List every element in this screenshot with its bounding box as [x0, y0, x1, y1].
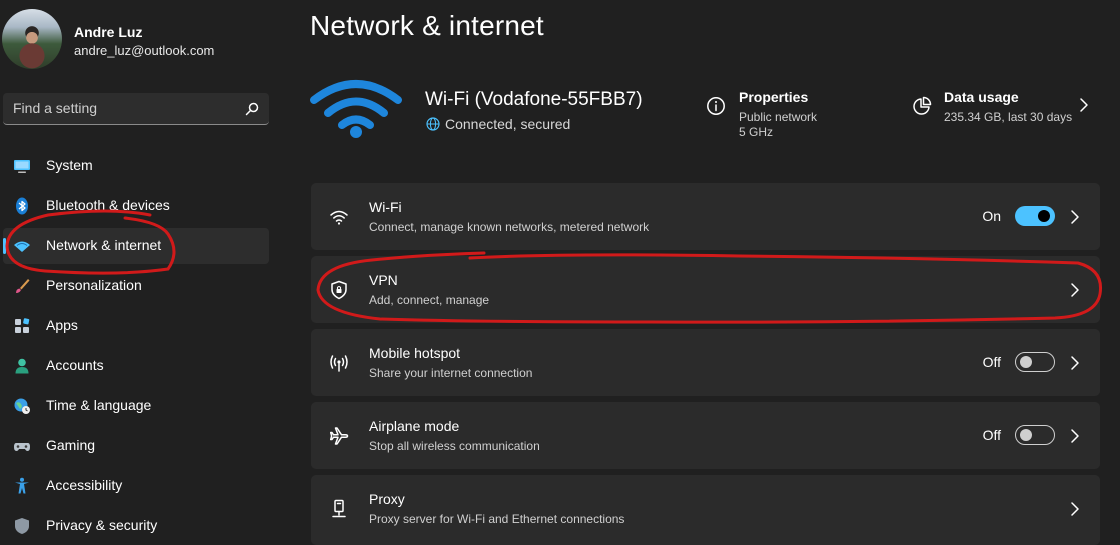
sidebar-item-bluetooth[interactable]: Bluetooth & devices [3, 188, 269, 224]
wifi-diamond-icon [14, 241, 30, 252]
card-subtitle: Add, connect, manage [369, 293, 490, 307]
search-box[interactable]: Find a setting [3, 93, 269, 125]
sidebar-item-gaming[interactable]: Gaming [3, 428, 269, 464]
sidebar-item-label: Network & internet [46, 237, 162, 253]
card-title: Mobile hotspot [369, 345, 461, 361]
airplane-mode-card[interactable]: Airplane mode Stop all wireless communic… [311, 402, 1100, 469]
sidebar-item-label: Gaming [46, 437, 96, 453]
wifi-toggle[interactable] [1015, 206, 1055, 226]
data-usage-link[interactable]: Data usage [944, 89, 1019, 105]
toggle-knob [1020, 429, 1032, 441]
globe-clock-icon [14, 398, 30, 414]
network-name: Wi-Fi (Vodafone-55FBB7) [425, 89, 643, 110]
apps-icon [15, 318, 30, 333]
sidebar-item-system[interactable]: System [3, 148, 269, 184]
network-profile: Public network [739, 110, 818, 124]
sidebar-item-personalization[interactable]: Personalization [3, 268, 269, 304]
card-subtitle: Connect, manage known networks, metered … [369, 220, 650, 234]
bluetooth-icon [16, 197, 28, 215]
card-subtitle: Share your internet connection [369, 366, 533, 380]
toggle-state-label: Off [982, 354, 1001, 370]
card-subtitle: Proxy server for Wi-Fi and Ethernet conn… [369, 512, 625, 526]
user-name: Andre Luz [74, 24, 143, 40]
vpn-shield-icon [331, 280, 347, 300]
data-usage-detail: 235.34 GB, last 30 days [944, 110, 1073, 124]
gamepad-icon [14, 443, 30, 451]
card-title: VPN [369, 272, 398, 288]
user-email: andre_luz@outlook.com [74, 43, 215, 58]
chevron-right-icon[interactable] [1070, 428, 1080, 444]
sidebar-item-network[interactable]: Network & internet [3, 228, 269, 264]
brush-icon [16, 279, 30, 293]
connection-status: Connected, secured [445, 116, 571, 132]
sidebar-item-apps[interactable]: Apps [3, 308, 269, 344]
toggle-state-label: Off [982, 427, 1001, 443]
selection-indicator [3, 238, 6, 254]
accessibility-icon [15, 477, 29, 494]
sidebar-item-label: Privacy & security [46, 517, 158, 533]
sidebar-item-label: Accessibility [46, 477, 123, 493]
sidebar-item-label: Time & language [46, 397, 152, 413]
wifi-large-icon [310, 80, 402, 138]
chevron-right-icon[interactable] [1070, 355, 1080, 371]
sidebar-item-label: Apps [46, 317, 78, 333]
wifi-card[interactable]: Wi-Fi Connect, manage known networks, me… [311, 183, 1100, 250]
sidebar-item-label: Personalization [46, 277, 142, 293]
proxy-icon [332, 499, 346, 518]
sidebar-item-label: Accounts [46, 357, 104, 373]
toggle-state-label: On [982, 208, 1001, 224]
chevron-right-icon[interactable] [1070, 209, 1080, 225]
airplane-mode-toggle[interactable] [1015, 425, 1055, 445]
hotspot-icon [330, 355, 348, 372]
search-icon[interactable] [244, 101, 260, 117]
wifi-icon [330, 210, 348, 225]
properties-link[interactable]: Properties [739, 89, 808, 105]
sidebar-item-accessibility[interactable]: Accessibility [3, 468, 269, 504]
mobile-hotspot-card[interactable]: Mobile hotspot Share your internet conne… [311, 329, 1100, 396]
properties-details: Public network 5 GHz [739, 110, 817, 140]
proxy-card[interactable]: Proxy Proxy server for Wi-Fi and Etherne… [311, 475, 1100, 545]
toggle-knob [1038, 210, 1050, 222]
page-title: Network & internet [310, 10, 544, 41]
sidebar-item-accounts[interactable]: Accounts [3, 348, 269, 384]
card-title: Airplane mode [369, 418, 460, 434]
sidebar-item-privacy[interactable]: Privacy & security [3, 508, 269, 544]
data-usage-icon[interactable] [912, 96, 932, 116]
toggle-knob [1020, 356, 1032, 368]
vpn-card[interactable]: VPN Add, connect, manage [311, 256, 1100, 323]
monitor-icon [14, 160, 30, 173]
chevron-right-icon[interactable] [1070, 501, 1080, 517]
shield-icon [15, 518, 29, 534]
search-input[interactable]: Find a setting [13, 100, 97, 116]
person-icon [15, 358, 29, 374]
card-subtitle: Stop all wireless communication [369, 439, 540, 453]
chevron-right-icon[interactable] [1078, 97, 1090, 113]
sidebar-item-time-language[interactable]: Time & language [3, 388, 269, 424]
airplane-icon [329, 427, 349, 445]
info-icon[interactable] [706, 96, 726, 116]
card-title: Wi-Fi [369, 199, 402, 215]
globe-icon [426, 117, 440, 131]
sidebar-item-label: System [46, 157, 93, 173]
chevron-right-icon[interactable] [1070, 282, 1080, 298]
avatar[interactable] [2, 9, 62, 69]
hotspot-toggle[interactable] [1015, 352, 1055, 372]
card-title: Proxy [369, 491, 405, 507]
network-band: 5 GHz [739, 125, 774, 139]
sidebar-item-label: Bluetooth & devices [46, 197, 170, 213]
